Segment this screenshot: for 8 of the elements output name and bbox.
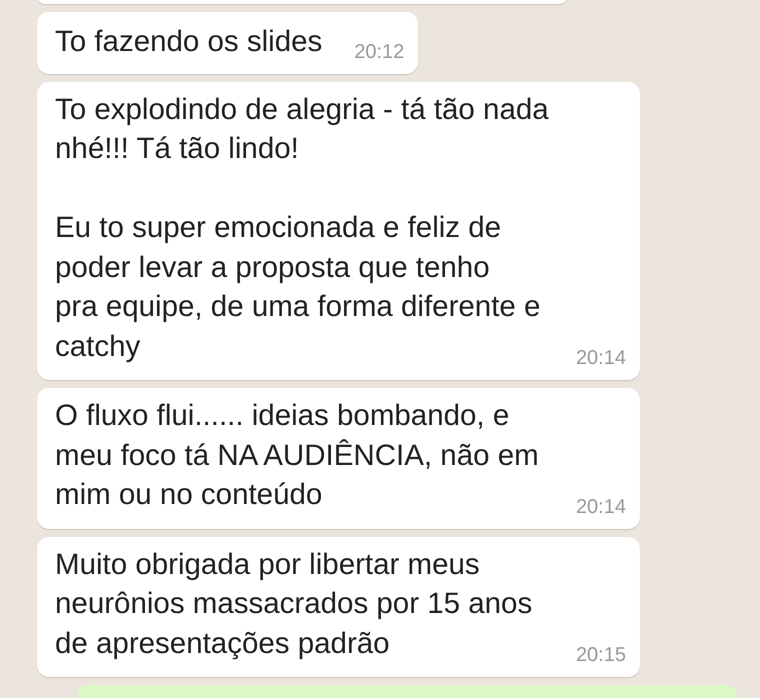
message-time: 20:12 xyxy=(354,40,404,64)
message-text: O fluxo flui...... ideias bombando, e meu foco tá NA AUDIÊNCIA, não em mim ou no conteúdo xyxy=(55,398,539,513)
message-time: 20:14 xyxy=(576,496,626,518)
message-text: To fazendo os slides xyxy=(55,24,322,60)
message-time: 20:15 xyxy=(576,644,626,667)
message-text: To explodindo de alegria - tá tão nada nhé!!! Tá tão lindo! Eu to super emocionada e feliz de poder levar a proposta que tenho pra equipe, de uma forma diferente e catchy xyxy=(55,92,549,364)
message-text: Muito obrigada por libertar meus neurônios massacrados por 15 anos de apresentações padrão xyxy=(55,546,532,662)
message-time: 20:14 xyxy=(576,347,626,370)
